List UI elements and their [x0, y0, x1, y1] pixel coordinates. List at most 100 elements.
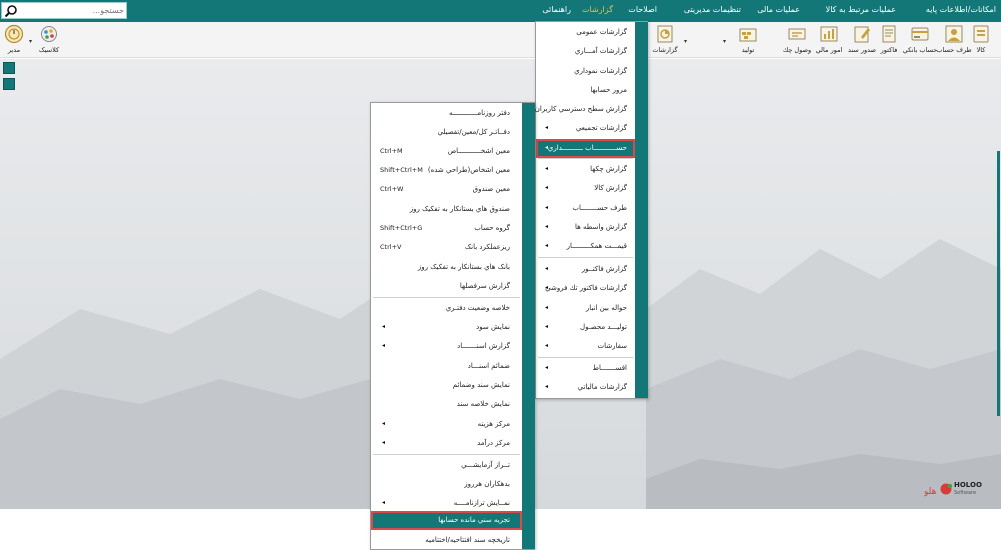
toolbar-button-tolid[interactable]: توليد: [734, 22, 762, 58]
reports-menu-item[interactable]: گزارشات مالياتي ◂: [536, 378, 635, 397]
shortcut-label: Ctrl+M: [380, 147, 403, 155]
accounting-submenu-item-label: بدهكاران هرروز: [464, 480, 510, 488]
submenu-arrow-icon: ◂: [545, 383, 549, 390]
reports-menu-item[interactable]: گزارشات نموداري: [536, 62, 635, 81]
accounting-submenu-item-label: معين اشخاص(طراحي شده): [427, 166, 510, 174]
menu-separator: [373, 297, 520, 298]
menubar-item-goods[interactable]: عملیات مرتبط به کالا: [826, 5, 896, 14]
submenu-arrow-icon: ◂: [545, 323, 549, 330]
reports-menu-item[interactable]: حســـــــــــاب ــــــــــداري ◂: [536, 139, 635, 158]
reports-menu-item[interactable]: مرور حسابها: [536, 81, 635, 100]
holoo-logo-mark: هلو: [924, 483, 953, 497]
accounting-submenu-item[interactable]: بدهكاران هرروز: [371, 475, 522, 494]
invoice-icon: [882, 25, 896, 43]
accounting-submenu-item[interactable]: خلاصه وضعيت دفتـري: [371, 299, 522, 318]
shortcut-label: Ctrl+W: [380, 185, 404, 193]
reports-menu-item-label: گزارشات مالياتي: [577, 383, 627, 391]
menubar-item-admin[interactable]: تنظیمات مدیریتی: [684, 5, 741, 14]
accounting-submenu-item[interactable]: تاريخچه سند افتتاحيه/اختتاميه: [371, 531, 522, 550]
reports-menu-item[interactable]: قیمـــت همکـــــــــار ◂: [536, 237, 635, 256]
accounting-submenu-item[interactable]: مركز درآمد ◂: [371, 434, 522, 453]
accounting-submenu-item[interactable]: ريزعملكرد بانک Ctrl+V: [371, 238, 522, 257]
reports-menu-item[interactable]: گزارشات عمومی: [536, 23, 635, 42]
reports-menu-item[interactable]: گزارش فاكتــور ◂: [536, 260, 635, 279]
accounting-submenu-item[interactable]: معين اشخـــــــــــاص Ctrl+M: [371, 142, 522, 161]
menubar-item-base[interactable]: امکانات/اطلاعات پایه: [926, 5, 996, 14]
chevron-down-icon[interactable]: ▾: [29, 38, 32, 45]
menu-separator: [538, 158, 633, 159]
toolbar-button-factor[interactable]: فاکتور: [878, 22, 900, 58]
accounting-submenu-item[interactable]: دفــاتـر كل/معين/تفصيلي: [371, 123, 522, 142]
accounting-submenu-item[interactable]: نمايش خلاصه سند: [371, 395, 522, 414]
reports-menu-item[interactable]: گزارشات فاكتور تك فروشي ◂: [536, 279, 635, 298]
shortcut-label: Shift+Ctrl+M: [380, 166, 423, 174]
toolbar-button-taraf[interactable]: طرف حساب: [936, 22, 972, 58]
reports-menu-item[interactable]: گزارشات تجميعي ◂: [536, 119, 635, 138]
search-input[interactable]: [20, 4, 124, 17]
menubar-item-reports[interactable]: گزارشات: [582, 5, 613, 14]
shortcut-label: Ctrl+V: [380, 243, 402, 251]
accounting-submenu-item[interactable]: گزارش اسنـــــــاد ◂: [371, 337, 522, 356]
accounting-submenu-item[interactable]: صندوق هاي بستانكار به تفكيک روز: [371, 200, 522, 219]
info-side-button[interactable]: [3, 62, 15, 74]
accounting-submenu-item[interactable]: گزارش سرفصلها: [371, 277, 522, 296]
classic-button[interactable]: كلاسيک: [36, 22, 62, 58]
reports-menu-item-label: مرور حسابها: [590, 86, 627, 94]
reports-menu-item-label: گزارشات نموداري: [574, 67, 627, 75]
toolbar-button-sanad[interactable]: صدور سند: [848, 22, 876, 58]
reports-menu-item[interactable]: طرف حســــــــاب ◂: [536, 199, 635, 218]
toolbar-button-mali[interactable]: امور مالي: [816, 22, 842, 58]
menubar-item-help[interactable]: راهنمائی: [542, 5, 571, 14]
reports-menu-item[interactable]: اقســـــــاط ◂: [536, 359, 635, 378]
accounting-submenu-item[interactable]: تجزيه سني مانده حسابها: [371, 511, 522, 530]
toolbar-label-sanad: صدور سند: [847, 46, 877, 54]
toolbar-button-bank[interactable]: حساب بانکي: [903, 22, 937, 58]
reports-menu-item[interactable]: گزارش چكها ◂: [536, 160, 635, 179]
reports-menu-item[interactable]: سفارشات ◂: [536, 337, 635, 356]
reports-menu-item[interactable]: گزارش واسطه ها ◂: [536, 218, 635, 237]
toolbar-button-kala[interactable]: کالا: [970, 22, 992, 58]
accounting-submenu-item[interactable]: معين صندوق Ctrl+W: [371, 180, 522, 199]
manager-button[interactable]: مدير: [3, 22, 25, 58]
reports-menu-item[interactable]: گزارشات آمـــاري: [536, 42, 635, 61]
accounting-submenu-item[interactable]: تــراز آزمايشـــي: [371, 456, 522, 475]
accounting-submenu-item-label: معين صندوق: [472, 185, 510, 193]
accounting-submenu-item[interactable]: مركز هزينه ◂: [371, 415, 522, 434]
toolbar-label-tolid: توليد: [741, 46, 755, 54]
accounting-submenu-item[interactable]: معين اشخاص(طراحي شده) Shift+Ctrl+M: [371, 161, 522, 180]
accounting-submenu-item[interactable]: نمايش سود ◂: [371, 318, 522, 337]
reports-menu-item-label: حواله بين انبار: [585, 304, 627, 312]
user-side-button[interactable]: [3, 78, 15, 90]
search-icon[interactable]: [4, 4, 18, 18]
accounting-submenu-item[interactable]: نمايش سند وضمائم: [371, 376, 522, 395]
accounting-submenu-item[interactable]: گروه حساب Shift+Ctrl+G: [371, 219, 522, 238]
reports-menu-item-label: سفارشات: [597, 342, 627, 350]
toolbar-label-cheque: وصول چك: [782, 46, 812, 54]
reports-menu-item-label: گزارشات آمـــاري: [574, 47, 627, 55]
scroll-indicator[interactable]: [997, 151, 1000, 416]
submenu-arrow-icon: ◂: [382, 323, 386, 330]
submenu-arrow-icon: ◂: [382, 342, 386, 349]
submenu-arrow-icon: ◂: [545, 242, 549, 249]
menubar-item-fixes[interactable]: اصلاحات: [628, 5, 657, 14]
reports-menu-item[interactable]: گزارش سطح دسترسي كاربران: [535, 100, 635, 119]
accounting-submenu-item-label: مركز درآمد: [477, 439, 510, 447]
holoo-logo-subtext: Software: [954, 490, 977, 496]
reports-menu-item-label: گزارش كالا: [594, 184, 627, 192]
accounting-submenu-item[interactable]: بانک هاي بستانكار به تفكيک روز: [371, 258, 522, 277]
holoo-logo-text: HOLOO: [954, 481, 982, 489]
accounting-submenu-item[interactable]: دفتر روزنامــــــــــــه: [371, 104, 522, 123]
reports-menu-item[interactable]: حواله بين انبار ◂: [536, 299, 635, 318]
toolbar-button-reports[interactable]: گزارشات: [651, 22, 679, 58]
submenu-arrow-icon: ◂: [545, 304, 549, 311]
accounting-submenu-item[interactable]: ضمائم اسنـــاد: [371, 357, 522, 376]
submenu-arrow-icon: ◂: [545, 265, 549, 272]
reports-menu-item[interactable]: توليـــد محصـول ◂: [536, 318, 635, 337]
chevron-down-icon[interactable]: ▾: [723, 38, 726, 45]
accounting-submenu-item-label: مركز هزينه: [477, 420, 510, 428]
menubar-item-finance[interactable]: عملیات مالی: [757, 5, 800, 14]
menu-separator: [538, 257, 633, 258]
reports-menu-item[interactable]: گزارش كالا ◂: [536, 179, 635, 198]
toolbar-button-cheque[interactable]: وصول چك: [783, 22, 811, 58]
chevron-down-icon[interactable]: ▾: [684, 38, 687, 45]
